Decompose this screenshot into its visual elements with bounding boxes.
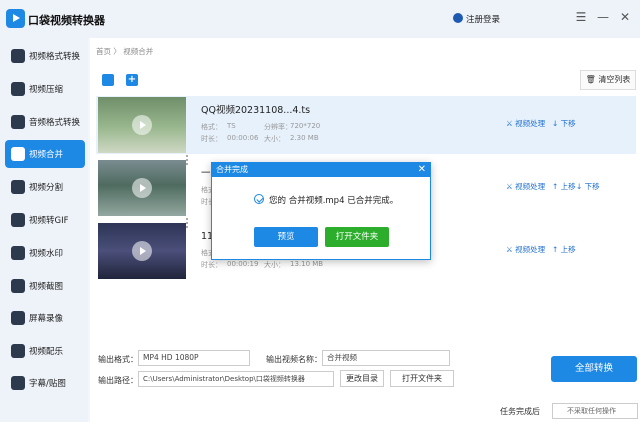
resolution-label: 分辨率：: [264, 123, 292, 131]
sidebar-item-video-format[interactable]: 视频格式转换: [5, 42, 85, 70]
user-icon[interactable]: [453, 13, 463, 23]
sidebar-item-label: 视频水印: [29, 249, 64, 259]
convert-all-button[interactable]: 全部转换: [551, 356, 637, 382]
app-logo-icon: [6, 9, 25, 28]
dialog-message: 您的 合并视频.mp4 已合并完成。: [269, 196, 399, 206]
watermark-icon: [11, 246, 25, 260]
duration-label: 时长：: [201, 261, 222, 269]
clear-list-button[interactable]: 🗑 清空列表: [580, 70, 636, 90]
screenshot-icon: [11, 279, 25, 293]
after-task-label: 任务完成后: [500, 407, 540, 416]
sidebar-item-label: 视频分割: [29, 183, 64, 193]
duration-value: 00:00:06: [227, 134, 259, 142]
video-thumbnail: [98, 160, 186, 216]
video-thumbnail: [98, 97, 186, 153]
sidebar-item-label: 屏幕录像: [29, 314, 64, 324]
play-icon[interactable]: [132, 178, 152, 198]
subtitle-icon: [11, 376, 25, 390]
menu-icon[interactable]: ☰: [574, 10, 588, 24]
close-icon[interactable]: ✕: [618, 10, 632, 24]
check-circle-icon: [254, 194, 264, 204]
dialog-close-icon[interactable]: ✕: [418, 163, 426, 177]
sidebar-item-label: 视频截图: [29, 282, 64, 292]
sidebar-item-screenshot[interactable]: 视频截图: [5, 272, 85, 300]
record-icon: [11, 311, 25, 325]
sidebar-item-label: 视频配乐: [29, 347, 64, 357]
sidebar-item-label: 视频压缩: [29, 85, 64, 95]
add-file-icon[interactable]: +: [126, 74, 138, 86]
after-task-select[interactable]: 不采取任何操作: [552, 403, 638, 419]
output-format-label: 输出格式：: [98, 355, 138, 364]
move-down-button[interactable]: ↓ 下移: [552, 118, 576, 129]
sidebar-item-music[interactable]: 视频配乐: [5, 337, 85, 365]
video-thumbnail: [98, 223, 186, 279]
dialog-title: 合并完成: [216, 165, 248, 174]
size-value: 13.10 MB: [290, 260, 324, 268]
sidebar-item-label: 视频合并: [29, 150, 64, 160]
sidebar: 视频格式转换 视频压缩 音频格式转换 视频合并 视频分割 视频转GIF 视频水印…: [0, 38, 88, 422]
sidebar-item-video-gif[interactable]: 视频转GIF: [5, 206, 85, 234]
format-value: TS: [227, 122, 236, 130]
file-row[interactable]: QQ视频20231108...4.ts 格式： TS 分辨率： 720*720 …: [96, 96, 636, 154]
output-format-select[interactable]: MP4 HD 1080P: [138, 350, 250, 366]
minimize-icon[interactable]: —: [596, 10, 610, 24]
format-label: 格式：: [201, 123, 222, 131]
merge-complete-dialog: 合并完成 ✕ 您的 合并视频.mp4 已合并完成。 预览 打开文件夹: [211, 162, 431, 260]
video-format-icon: [11, 49, 25, 63]
sidebar-item-subtitle[interactable]: 字幕/贴图: [5, 369, 85, 397]
sidebar-item-video-split[interactable]: 视频分割: [5, 173, 85, 201]
music-icon: [11, 344, 25, 358]
sidebar-item-label: 视频转GIF: [29, 216, 69, 226]
sidebar-item-video-compress[interactable]: 视频压缩: [5, 75, 85, 103]
output-name-input[interactable]: 合并视频: [322, 350, 450, 366]
preview-button[interactable]: 预览: [254, 227, 318, 247]
gif-icon: [11, 213, 25, 227]
output-path-input[interactable]: C:\Users\Administrator\Desktop\口袋视频转换器: [138, 371, 334, 387]
move-up-button[interactable]: ↑ 上移: [552, 244, 576, 255]
sidebar-item-audio-format[interactable]: 音频格式转换: [5, 108, 85, 136]
output-path-label: 输出路径：: [98, 376, 138, 385]
video-process-button[interactable]: ⚔ 视频处理: [506, 244, 545, 255]
compress-icon: [11, 82, 25, 96]
move-down-button[interactable]: ↓ 下移: [576, 181, 600, 192]
move-up-button[interactable]: ↑ 上移: [552, 181, 576, 192]
open-folder-button[interactable]: 打开文件夹: [390, 370, 454, 387]
login-button[interactable]: 注册登录: [466, 13, 500, 25]
sidebar-item-label: 视频格式转换: [29, 52, 81, 62]
add-folder-icon[interactable]: [102, 74, 114, 86]
sidebar-item-label: 音频格式转换: [29, 118, 81, 128]
file-name: QQ视频20231108...4.ts: [201, 105, 311, 116]
split-icon: [11, 180, 25, 194]
duration-value: 00:00:19: [227, 260, 259, 268]
size-value: 2.30 MB: [290, 134, 319, 142]
change-dir-button[interactable]: 更改目录: [340, 370, 384, 387]
resolution-value: 720*720: [290, 122, 321, 130]
output-name-label: 输出视频名称：: [266, 355, 322, 364]
sidebar-item-screen-record[interactable]: 屏幕录像: [5, 304, 85, 332]
video-process-button[interactable]: ⚔ 视频处理: [506, 118, 545, 129]
size-label: 大小：: [264, 135, 285, 143]
merge-icon: [11, 147, 25, 161]
sidebar-item-video-merge[interactable]: 视频合并: [5, 140, 85, 168]
sidebar-item-label: 字幕/贴图: [29, 379, 66, 389]
title-bar: 口袋视频转换器 注册登录 ☰ — ✕: [0, 0, 640, 38]
open-folder-dialog-button[interactable]: 打开文件夹: [325, 227, 389, 247]
size-label: 大小：: [264, 261, 285, 269]
play-icon[interactable]: [132, 241, 152, 261]
app-title: 口袋视频转换器: [28, 14, 105, 27]
sidebar-item-watermark[interactable]: 视频水印: [5, 239, 85, 267]
duration-label: 时长：: [201, 135, 222, 143]
breadcrumb: 首页 〉 视频合并: [96, 47, 154, 56]
dialog-header: 合并完成 ✕: [212, 163, 430, 177]
audio-icon: [11, 115, 25, 129]
play-icon[interactable]: [132, 115, 152, 135]
video-process-button[interactable]: ⚔ 视频处理: [506, 181, 545, 192]
